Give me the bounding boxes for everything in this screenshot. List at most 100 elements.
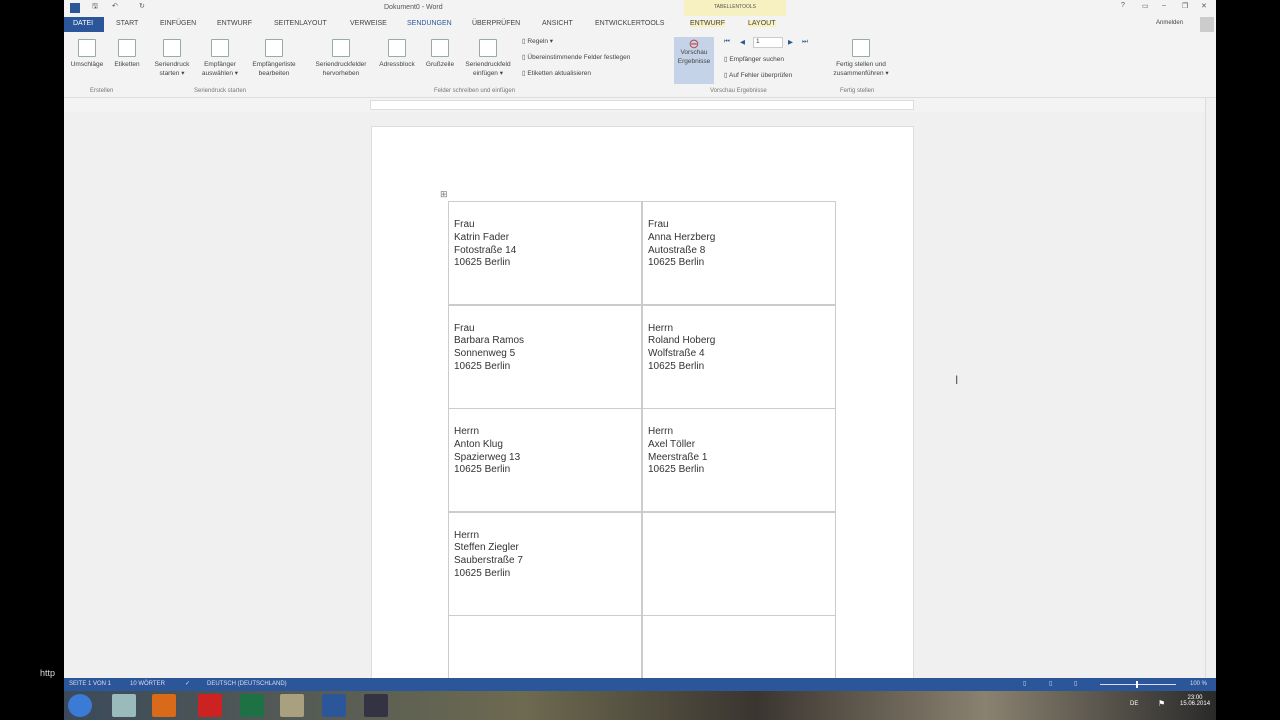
document-page[interactable]: ⊞ Frau Katrin Fader Fotostraße 14 10625 Ber… — [371, 126, 914, 719]
tab-entwurf[interactable]: ENTWURF — [217, 20, 252, 27]
redo-icon[interactable]: ↻ — [139, 2, 145, 10]
label-line: Fotostraße 14 — [454, 244, 517, 256]
word-count[interactable]: 10 WÖRTER — [130, 681, 165, 687]
label-line: Meerstraße 1 — [648, 451, 708, 463]
date: 15.06.2014 — [1180, 701, 1211, 707]
print-layout-icon[interactable]: ▯ — [1049, 680, 1052, 687]
label-cell[interactable]: Frau Katrin Fader Fotostraße 14 10625 Berli… — [448, 201, 642, 305]
avatar[interactable] — [1200, 17, 1214, 32]
firefox-icon[interactable] — [152, 694, 176, 717]
label-line: Herrn — [648, 322, 674, 334]
zoom-slider-thumb[interactable] — [1136, 681, 1138, 688]
read-mode-icon[interactable]: ▯ — [1023, 680, 1026, 687]
last-record-icon[interactable]: ⏭ — [802, 38, 808, 46]
edit-list-icon — [265, 39, 283, 57]
regeln-button[interactable]: ▯ Regeln ▾ — [522, 37, 553, 45]
zoom-slider[interactable] — [1100, 681, 1176, 688]
label-line: Frau — [454, 219, 475, 230]
label-cell[interactable]: Herrn Axel Töller Meerstraße 1 10625 Berlin — [642, 408, 836, 512]
label-cell[interactable]: Frau Anna Herzberg Autostraße 8 10625 Berli… — [642, 201, 836, 305]
language[interactable]: DEUTSCH (DEUTSCHLAND) — [207, 681, 287, 687]
insert-field-icon — [479, 39, 497, 57]
label-line: Steffen Ziegler — [454, 542, 519, 554]
ribbon-options-icon[interactable]: ▭ — [1142, 2, 1149, 10]
app-icon[interactable] — [280, 694, 304, 717]
word-taskbar-icon[interactable] — [322, 694, 346, 717]
empfaenger-auswaehlen-button[interactable]: Empfänger auswählen ▾ — [197, 39, 243, 78]
explorer-icon[interactable] — [112, 694, 136, 717]
help-icon[interactable]: ? — [1121, 2, 1125, 9]
label-cell[interactable]: Frau Barbara Ramos Sonnenweg 5 10625 Berlin — [448, 304, 642, 409]
tab-table-entwurf[interactable]: ENTWURF — [690, 20, 725, 27]
record-number-input[interactable]: 1 — [753, 37, 783, 48]
proofing-icon[interactable]: ✓ — [185, 680, 190, 687]
felder-hervorheben-button[interactable]: Seriendruckfelder hervorheben — [308, 39, 374, 78]
save-icon[interactable]: 🖫 — [92, 2, 98, 13]
clock[interactable]: 23:00 15.06.2014 — [1180, 695, 1210, 707]
tab-verweise[interactable]: VERWEISE — [350, 20, 387, 27]
envelope-icon — [78, 39, 96, 57]
next-record-icon[interactable]: ▶ — [788, 38, 793, 46]
tab-start[interactable]: START — [116, 20, 138, 27]
vorschau-ergebnisse-button[interactable]: ⊖ Vorschau Ergebnisse — [674, 37, 714, 84]
group-label-vorschau: Vorschau Ergebnisse — [710, 88, 767, 94]
etiketten-aktualisieren-button[interactable]: ▯ Etiketten aktualisieren — [522, 69, 591, 77]
acrobat-icon[interactable] — [198, 694, 222, 717]
tab-ueberpruefen[interactable]: ÜBERPRÜFEN — [472, 20, 520, 27]
first-record-icon[interactable]: ⏮ — [724, 38, 730, 46]
undo-icon[interactable]: ↶ — [112, 2, 118, 10]
mail-merge-icon — [163, 39, 181, 57]
horizontal-ruler[interactable] — [370, 100, 914, 110]
taskbar: DE ⚑ 23:00 15.06.2014 — [64, 691, 1216, 720]
finish-merge-icon — [852, 39, 870, 57]
maximize-icon[interactable]: ❐ — [1182, 2, 1188, 10]
tab-seitenlayout[interactable]: SEITENLAYOUT — [274, 20, 327, 27]
zoom-level[interactable]: 100 % — [1190, 681, 1207, 687]
network-icon[interactable]: ⚑ — [1158, 699, 1165, 708]
ribbon: Umschläge Etiketten Seriendruck starten … — [64, 33, 1216, 98]
fertig-stellen-button[interactable]: Fertig stellen und zusammenführen ▾ — [826, 39, 896, 78]
word-icon — [70, 3, 80, 13]
vertical-scrollbar[interactable] — [1205, 98, 1216, 678]
tab-datei[interactable]: DATEI — [64, 17, 104, 32]
label-cell[interactable] — [642, 511, 836, 616]
previous-record-icon[interactable]: ◀ — [740, 38, 745, 46]
tab-ansicht[interactable]: ANSICHT — [542, 20, 573, 27]
sign-in-link[interactable]: Anmelden — [1156, 20, 1183, 26]
label-line: Barbara Ramos — [454, 335, 525, 347]
minimize-icon[interactable]: – — [1162, 2, 1166, 9]
grusszeile-button[interactable]: Grußzeile — [421, 39, 459, 69]
input-language[interactable]: DE — [1130, 701, 1138, 707]
empfaenger-suchen-button[interactable]: ▯ Empfänger suchen — [724, 55, 784, 63]
label-cell[interactable]: Herrn Roland Hoberg Wolfstraße 4 10625 Berl… — [642, 304, 836, 409]
label-cell[interactable]: Herrn Anton Klug Spazierweg 13 10625 Berlin — [448, 408, 642, 512]
tab-entwicklertools[interactable]: ENTWICKLERTOOLS — [595, 20, 664, 27]
page-count[interactable]: SEITE 1 VON 1 — [69, 681, 111, 687]
label-line: Sauberstraße 7 — [454, 555, 523, 567]
app-icon[interactable] — [364, 694, 388, 717]
group-label-erstellen: Erstellen — [90, 88, 114, 94]
group-label-felder: Felder schreiben und einfügen — [434, 88, 516, 94]
umschlaege-button[interactable]: Umschläge — [67, 39, 107, 69]
tab-table-layout[interactable]: LAYOUT — [748, 20, 776, 27]
seriendruckfeld-einfuegen-button[interactable]: Seriendruckfeld einfügen ▾ — [460, 39, 516, 78]
seriendruck-starten-button[interactable]: Seriendruck starten ▾ — [150, 39, 194, 78]
close-icon[interactable]: ✕ — [1201, 2, 1207, 10]
web-layout-icon[interactable]: ▯ — [1074, 680, 1077, 687]
empfaengerliste-bearbeiten-button[interactable]: Empfängerliste bearbeiten — [246, 39, 302, 78]
excel-icon[interactable] — [240, 694, 264, 717]
label-line: Sonnenweg 5 — [454, 348, 516, 360]
label-line: 10625 Berlin — [454, 360, 511, 372]
label-line: Katrin Fader — [454, 231, 510, 243]
label-cell[interactable]: Herrn Steffen Ziegler Sauberstraße 7 10625 … — [448, 511, 642, 616]
felder-festlegen-button[interactable]: ▯ Übereinstimmende Felder festlegen — [522, 53, 630, 61]
tab-einfuegen[interactable]: EINFÜGEN — [160, 20, 196, 27]
table-move-handle-icon[interactable]: ⊞ — [440, 189, 448, 200]
tab-sendungen[interactable]: SENDUNGEN — [407, 20, 452, 27]
fehler-ueberpruefen-button[interactable]: ▯ Auf Fehler überprüfen — [724, 71, 792, 79]
start-button[interactable] — [68, 694, 92, 717]
label-line: Anton Klug — [454, 438, 503, 450]
recipients-icon — [211, 39, 229, 57]
etiketten-button[interactable]: Etiketten — [109, 39, 145, 69]
adressblock-button[interactable]: Adressblock — [375, 39, 419, 69]
